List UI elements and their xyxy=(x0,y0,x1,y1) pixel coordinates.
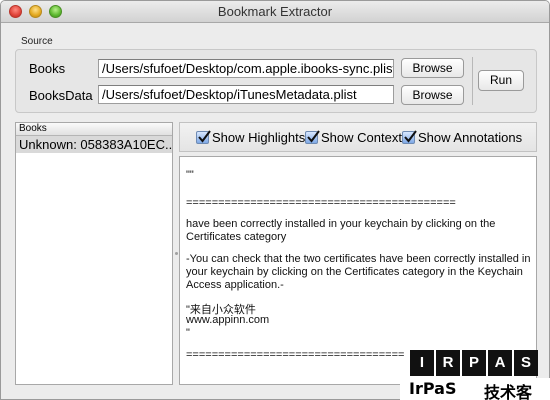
title-bar: Bookmark Extractor xyxy=(1,1,549,23)
watermark-letter: R xyxy=(436,350,460,376)
output-line: " xyxy=(186,327,190,339)
source-group-label: Source xyxy=(21,36,53,47)
show-context-label: Show Context xyxy=(321,130,402,145)
show-highlights-checkbox[interactable]: Show Highlights xyxy=(196,130,305,145)
booksdata-browse-button[interactable]: Browse xyxy=(401,85,464,105)
watermark-latin-text: IrPaS xyxy=(409,379,457,398)
output-line: Access application.- xyxy=(186,279,284,291)
run-button[interactable]: Run xyxy=(478,70,524,91)
app-window: Bookmark Extractor Source Books /Users/s… xyxy=(0,0,550,400)
show-annotations-checkbox[interactable]: Show Annotations xyxy=(402,130,522,145)
output-line: www.appinn.com xyxy=(186,314,270,326)
checkmark-icon xyxy=(402,130,417,144)
books-browse-button[interactable]: Browse xyxy=(401,58,464,78)
show-context-checkbox[interactable]: Show Context xyxy=(305,130,402,145)
booksdata-field-label: BooksData xyxy=(29,88,93,103)
booksdata-path-field[interactable]: /Users/sfufoet/Desktop/iTunesMetadata.pl… xyxy=(98,85,394,104)
watermark-letter: S xyxy=(514,350,538,376)
window-title: Bookmark Extractor xyxy=(217,4,333,19)
watermark-letter: I xyxy=(410,350,434,376)
books-list: Books Unknown: 058383A10EC... xyxy=(15,122,173,385)
books-list-header[interactable]: Books xyxy=(16,123,172,136)
books-field-label: Books xyxy=(29,61,66,76)
source-divider xyxy=(472,57,473,105)
watermark-letter: P xyxy=(462,350,486,376)
output-line: your keychain by clicking on the Certifi… xyxy=(186,266,523,278)
books-path-field[interactable]: /Users/sfufoet/Desktop/com.apple.ibooks-… xyxy=(98,59,394,78)
output-line: -You can check that the two certificates… xyxy=(186,253,531,265)
checkmark-icon xyxy=(305,130,320,144)
output-line: Certificates category xyxy=(186,231,287,243)
output-line: ================================== xyxy=(186,349,405,361)
options-bar: Show Highlights Show Context Show Annota… xyxy=(179,122,537,152)
show-annotations-label: Show Annotations xyxy=(418,130,523,145)
output-line: ========================================… xyxy=(186,197,456,209)
show-highlights-label: Show Highlights xyxy=(212,130,306,145)
output-line: have been correctly installed in your ke… xyxy=(186,218,496,230)
divider-grip-icon xyxy=(175,252,178,255)
watermark-chinese-text: 技术客 xyxy=(484,383,533,400)
output-line: "" xyxy=(186,169,194,181)
watermark-letter: A xyxy=(488,350,512,376)
books-list-item[interactable]: Unknown: 058383A10EC... xyxy=(16,136,172,153)
checkmark-icon xyxy=(196,130,211,144)
